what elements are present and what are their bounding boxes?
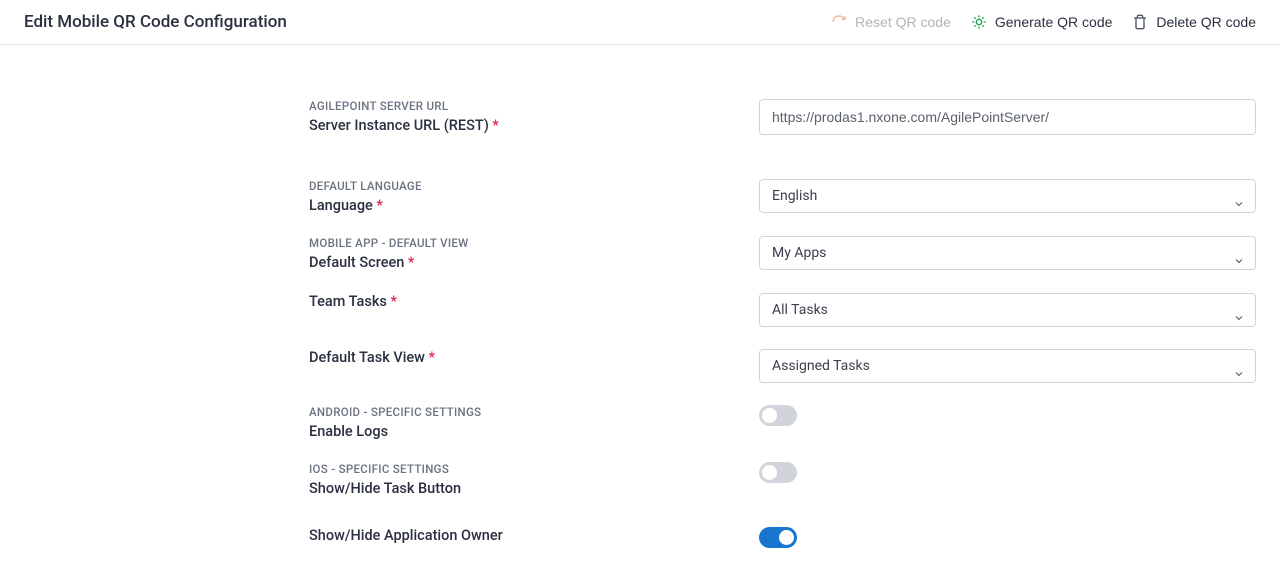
chevron-down-icon (1233, 368, 1245, 380)
show-task-button-row: IOS - SPECIFIC SETTINGS Show/Hide Task B… (0, 462, 1280, 497)
show-app-owner-row: Show/Hide Application Owner (0, 527, 1280, 548)
trash-icon (1132, 14, 1148, 30)
delete-qr-button[interactable]: Delete QR code (1132, 14, 1256, 30)
form-content: AGILEPOINT SERVER URL Server Instance UR… (0, 45, 1280, 588)
default-screen-label: Default Screen * (309, 254, 759, 271)
default-task-view-label: Default Task View * (309, 349, 759, 366)
server-url-section: AGILEPOINT SERVER URL (309, 99, 759, 113)
refresh-icon (831, 14, 847, 30)
team-tasks-row: Team Tasks * All Tasks (0, 293, 1280, 327)
mobile-section: MOBILE APP - DEFAULT VIEW (309, 236, 759, 250)
show-app-owner-toggle[interactable] (759, 527, 797, 548)
language-label: Language * (309, 197, 759, 214)
required-star: * (429, 349, 435, 366)
ios-section: IOS - SPECIFIC SETTINGS (309, 462, 759, 476)
language-select[interactable]: English (759, 179, 1256, 213)
page-title: Edit Mobile QR Code Configuration (24, 12, 287, 32)
default-screen-row: MOBILE APP - DEFAULT VIEW Default Screen… (0, 236, 1280, 271)
required-star: * (492, 117, 498, 134)
reset-qr-button[interactable]: Reset QR code (831, 14, 951, 30)
required-star: * (408, 254, 414, 271)
enable-logs-toggle[interactable] (759, 405, 797, 426)
show-task-button-toggle[interactable] (759, 462, 797, 483)
chevron-down-icon (1233, 255, 1245, 267)
chevron-down-icon (1233, 312, 1245, 324)
team-tasks-label: Team Tasks * (309, 293, 759, 310)
show-app-owner-label: Show/Hide Application Owner (309, 527, 759, 544)
default-screen-select[interactable]: My Apps (759, 236, 1256, 270)
header-bar: Edit Mobile QR Code Configuration Reset … (0, 0, 1280, 45)
default-task-view-select[interactable]: Assigned Tasks (759, 349, 1256, 383)
qr-icon (971, 14, 987, 30)
android-section: ANDROID - SPECIFIC SETTINGS (309, 405, 759, 419)
server-url-label: Server Instance URL (REST) * (309, 117, 759, 134)
header-actions: Reset QR code Generate QR code Delete QR… (831, 14, 1256, 30)
required-star: * (390, 293, 396, 310)
reset-label: Reset QR code (855, 14, 951, 30)
language-section: DEFAULT LANGUAGE (309, 179, 759, 193)
language-row: DEFAULT LANGUAGE Language * English (0, 179, 1280, 214)
enable-logs-label: Enable Logs (309, 423, 759, 440)
server-url-row: AGILEPOINT SERVER URL Server Instance UR… (0, 99, 1280, 135)
generate-label: Generate QR code (995, 14, 1113, 30)
delete-label: Delete QR code (1156, 14, 1256, 30)
chevron-down-icon (1233, 198, 1245, 210)
required-star: * (376, 197, 382, 214)
team-tasks-select[interactable]: All Tasks (759, 293, 1256, 327)
generate-qr-button[interactable]: Generate QR code (971, 14, 1113, 30)
enable-logs-row: ANDROID - SPECIFIC SETTINGS Enable Logs (0, 405, 1280, 440)
server-url-input[interactable] (759, 99, 1256, 135)
show-task-button-label: Show/Hide Task Button (309, 480, 759, 497)
default-task-view-row: Default Task View * Assigned Tasks (0, 349, 1280, 383)
